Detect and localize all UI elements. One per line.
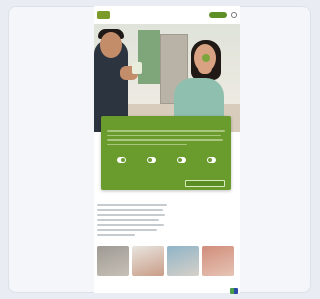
- thumbnail-card[interactable]: [132, 246, 164, 278]
- reject-cookies-button[interactable]: [107, 180, 147, 187]
- cookie-category: [171, 154, 191, 163]
- hero-wall: [138, 30, 160, 84]
- thumbnail-image: [202, 246, 234, 276]
- team-thumbnails: [97, 246, 234, 278]
- cookie-toggles: [111, 154, 221, 163]
- hero-person-right-hand: [198, 60, 212, 74]
- cookie-description: [107, 130, 225, 148]
- cookie-category: [201, 154, 221, 163]
- cookie-toggle-switch[interactable]: [146, 157, 156, 163]
- thumbnail-image: [97, 246, 129, 276]
- hero-cup: [132, 62, 142, 74]
- language-flag-icon[interactable]: [230, 288, 238, 294]
- cookie-toggle-switch[interactable]: [176, 157, 186, 163]
- thumbnail-card[interactable]: [167, 246, 199, 278]
- thumbnail-image: [132, 246, 164, 276]
- accept-cookies-button[interactable]: [185, 180, 225, 187]
- nav-cta-button[interactable]: [209, 12, 227, 18]
- cookie-toggle-switch[interactable]: [206, 157, 216, 163]
- brand-logo[interactable]: [97, 11, 110, 19]
- top-navigation: [94, 6, 240, 24]
- hero-apple: [202, 54, 210, 62]
- intro-paragraph: [97, 204, 167, 239]
- thumbnail-card[interactable]: [97, 246, 129, 278]
- hero-person-left-head: [100, 32, 122, 58]
- cookie-toggle-switch[interactable]: [116, 157, 126, 163]
- thumbnail-image: [167, 246, 199, 276]
- cookie-category: [141, 154, 161, 163]
- cookie-consent-banner: [101, 116, 231, 190]
- cookie-category: [111, 154, 131, 163]
- thumbnail-card[interactable]: [202, 246, 234, 278]
- search-icon[interactable]: [231, 12, 237, 18]
- cookie-buttons: [107, 180, 225, 187]
